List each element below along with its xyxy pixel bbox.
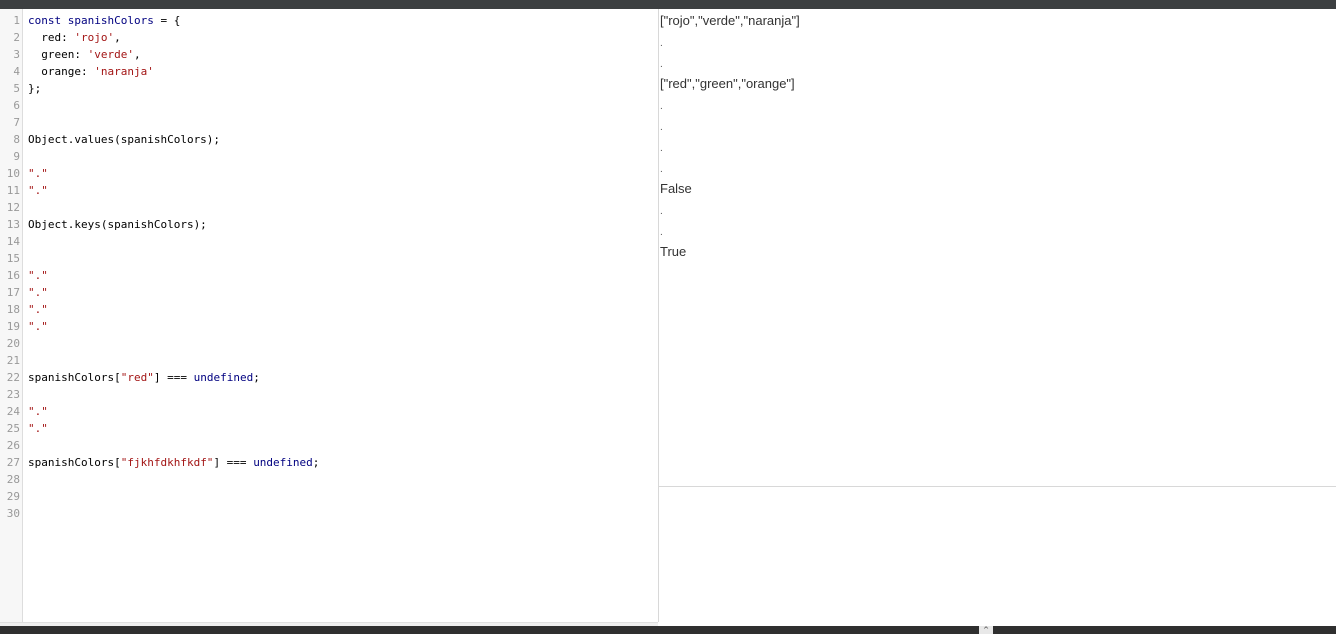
code-line[interactable]: Object.values(spanishColors); [28, 131, 220, 148]
code-line[interactable]: "." [28, 182, 48, 199]
code-line[interactable]: "." [28, 165, 48, 182]
console-panel[interactable] [659, 486, 1336, 627]
string-token: "." [28, 303, 48, 316]
string-token: "." [28, 269, 48, 282]
output-dot: . [660, 164, 663, 175]
output-dot: . [660, 122, 663, 133]
line-number: 14 [6, 235, 20, 248]
caret-up-icon[interactable]: ^ [979, 626, 993, 634]
output-dot: . [660, 143, 663, 154]
code-token: , [114, 31, 121, 44]
line-number: 26 [6, 439, 20, 452]
code-line[interactable]: "." [28, 267, 48, 284]
line-number: 6 [13, 99, 20, 112]
line-number: 20 [6, 337, 20, 350]
output-dot: . [660, 59, 663, 70]
line-number: 22 [6, 371, 20, 384]
code-token: ; [312, 456, 320, 469]
string-token: 'verde' [87, 48, 134, 61]
code-token: spanishColors[ [28, 456, 121, 469]
string-token: "fjkhfdkhfkdf" [120, 456, 214, 469]
output-dot: . [660, 38, 663, 49]
string-token: "." [28, 320, 48, 333]
line-number: 7 [13, 116, 20, 129]
code-token: orange: [28, 65, 95, 78]
line-number: 4 [13, 65, 20, 78]
code-token: ] === [213, 456, 254, 469]
line-number: 18 [6, 303, 20, 316]
output-result: ["red","green","orange"] [660, 76, 795, 91]
output-result: ["rojo","verde","naranja"] [660, 13, 800, 28]
line-number: 16 [6, 269, 20, 282]
line-number: 2 [13, 31, 20, 44]
code-line[interactable]: "." [28, 301, 48, 318]
code-token: }; [28, 82, 42, 95]
keyword-token: undefined [253, 456, 313, 469]
line-number: 11 [6, 184, 20, 197]
line-number: 12 [6, 201, 20, 214]
output-dot: . [660, 101, 663, 112]
code-token: Object.values(spanishColors); [28, 133, 221, 146]
top-toolbar [0, 0, 1336, 9]
line-number: 19 [6, 320, 20, 333]
line-number: 13 [6, 218, 20, 231]
bottom-status-bar [0, 626, 1336, 634]
code-line[interactable]: red: 'rojo', [28, 29, 121, 46]
line-number: 30 [6, 507, 20, 520]
code-line[interactable]: spanishColors["fjkhfdkhfkdf"] === undefi… [28, 454, 319, 471]
code-token: ; [253, 371, 260, 384]
output-result: False [660, 181, 692, 196]
line-number: 28 [6, 473, 20, 486]
line-number: 8 [13, 133, 20, 146]
string-token: "." [28, 286, 48, 299]
code-token: spanishColors[ [28, 371, 121, 384]
string-token: 'naranja' [94, 65, 154, 78]
code-line[interactable]: spanishColors["red"] === undefined; [28, 369, 260, 386]
line-number: 15 [6, 252, 20, 265]
string-token: "red" [120, 371, 154, 384]
code-token: ] === [153, 371, 194, 384]
string-token: "." [28, 167, 48, 180]
code-token: red: [28, 31, 75, 44]
line-number: 27 [6, 456, 20, 469]
code-token: spanishColors [67, 14, 154, 27]
line-number: 3 [13, 48, 20, 61]
code-line[interactable]: const spanishColors = { [28, 12, 180, 29]
string-token: "." [28, 184, 48, 197]
keyword-token: undefined [193, 371, 254, 384]
code-line[interactable]: Object.keys(spanishColors); [28, 216, 207, 233]
code-line[interactable]: green: 'verde', [28, 46, 141, 63]
code-line[interactable]: "." [28, 420, 48, 437]
line-number: 25 [6, 422, 20, 435]
code-token: green: [28, 48, 88, 61]
code-editor[interactable]: 1 2 3 4 5 6 7 8 9 10 11 12 13 14 15 16 17 18 19 20 21 22 23 24 2… [0, 9, 659, 622]
code-token: = { [153, 14, 181, 27]
code-line[interactable]: }; [28, 80, 41, 97]
code-line[interactable]: "." [28, 284, 48, 301]
line-number: 29 [6, 490, 20, 503]
string-token: "." [28, 405, 48, 418]
line-number-gutter: 1 2 3 4 5 6 7 8 9 10 11 12 13 14 15 16 17 18 19 20 21 22 23 24 2… [0, 9, 23, 622]
line-number: 23 [6, 388, 20, 401]
output-dot: . [660, 227, 663, 238]
line-number: 1 [13, 14, 20, 27]
string-token: "." [28, 422, 48, 435]
code-line[interactable]: orange: 'naranja' [28, 63, 154, 80]
code-token: Object.keys(spanishColors); [28, 218, 207, 231]
line-number: 10 [6, 167, 20, 180]
code-token: , [133, 48, 141, 61]
output-dot: . [660, 206, 663, 217]
string-token: 'rojo' [74, 31, 115, 44]
output-result: True [660, 244, 687, 259]
code-line[interactable]: "." [28, 403, 48, 420]
line-number: 5 [13, 82, 20, 95]
line-number: 24 [6, 405, 20, 418]
keyword-token: const [28, 14, 68, 27]
line-number: 17 [6, 286, 20, 299]
output-panel: ["rojo","verde","naranja"].. ["red","gree… [659, 9, 1336, 486]
code-line[interactable]: "." [28, 318, 48, 335]
line-number: 21 [6, 354, 20, 367]
line-number: 9 [13, 150, 20, 163]
